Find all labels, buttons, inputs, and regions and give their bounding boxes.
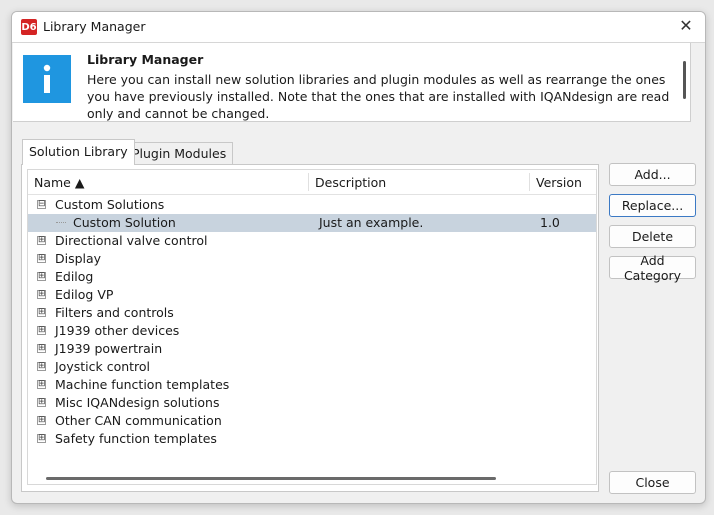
- row-name: Safety function templates: [55, 431, 217, 446]
- tree-row-edilog-vp[interactable]: ⊞ Edilog VP: [28, 286, 596, 304]
- row-name: Misc IQANdesign solutions: [55, 395, 220, 410]
- column-version-header[interactable]: Version: [536, 175, 582, 190]
- row-name: J1939 powertrain: [55, 341, 163, 356]
- expand-icon[interactable]: ⊞: [37, 416, 46, 425]
- row-name: J1939 other devices: [55, 323, 180, 338]
- delete-button[interactable]: Delete: [609, 225, 696, 248]
- expand-icon[interactable]: ⊞: [37, 236, 46, 245]
- row-name: Custom Solution: [73, 215, 176, 230]
- info-banner: Library Manager Here you can install new…: [13, 43, 691, 122]
- banner-title: Library Manager: [87, 52, 204, 67]
- expand-icon[interactable]: ⊞: [37, 398, 46, 407]
- expand-icon[interactable]: ⊞: [37, 380, 46, 389]
- tree-row-edilog[interactable]: ⊞ Edilog: [28, 268, 596, 286]
- tab-plugin-modules[interactable]: Plugin Modules: [125, 142, 234, 164]
- row-name: Edilog: [55, 269, 94, 284]
- tree-row-safety-function-templates[interactable]: ⊞ Safety function templates: [28, 430, 596, 448]
- tree-row-filters-and-controls[interactable]: ⊞ Filters and controls: [28, 304, 596, 322]
- row-name: Directional valve control: [55, 233, 208, 248]
- window-title: Library Manager: [43, 19, 146, 34]
- row-name: Machine function templates: [55, 377, 230, 392]
- row-name: Custom Solutions: [55, 197, 165, 212]
- expand-icon[interactable]: ⊞: [37, 326, 46, 335]
- title-bar: D6 Library Manager ✕: [12, 12, 705, 43]
- expand-icon[interactable]: ⊞: [37, 272, 46, 281]
- expand-icon[interactable]: ⊞: [37, 434, 46, 443]
- expand-icon[interactable]: ⊞: [37, 308, 46, 317]
- expand-icon[interactable]: ⊞: [37, 254, 46, 263]
- close-button[interactable]: Close: [609, 471, 696, 494]
- column-divider[interactable]: [529, 173, 530, 191]
- column-divider[interactable]: [308, 173, 309, 191]
- tree-row-j1939-other-devices[interactable]: ⊞ J1939 other devices: [28, 322, 596, 340]
- horizontal-scrollbar[interactable]: [46, 477, 496, 480]
- expand-icon[interactable]: ⊞: [37, 290, 46, 299]
- tree-row-custom-solutions[interactable]: ⊟ Custom Solutions: [28, 196, 596, 214]
- column-header: Name ▲ Description Version: [28, 170, 596, 195]
- row-name: Other CAN communication: [55, 413, 222, 428]
- row-version: 1.0: [540, 215, 560, 230]
- tree-row-misc-iqandesign-solutions[interactable]: ⊞ Misc IQANdesign solutions: [28, 394, 596, 412]
- expand-icon[interactable]: ⊞: [37, 344, 46, 353]
- tree-row-j1939-powertrain[interactable]: ⊞ J1939 powertrain: [28, 340, 596, 358]
- solution-library-panel: Name ▲ Description Version ⊟ Custom Solu…: [21, 164, 599, 492]
- row-name: Edilog VP: [55, 287, 114, 302]
- row-name: Joystick control: [55, 359, 151, 374]
- info-icon: [23, 55, 71, 103]
- tree-row-joystick-control[interactable]: ⊞ Joystick control: [28, 358, 596, 376]
- tree-row-directional-valve-control[interactable]: ⊞ Directional valve control: [28, 232, 596, 250]
- collapse-icon[interactable]: ⊟: [37, 200, 46, 209]
- tab-solution-library[interactable]: Solution Library: [22, 139, 135, 165]
- column-name-header[interactable]: Name ▲: [34, 175, 84, 190]
- row-description: Just an example.: [319, 215, 424, 230]
- column-description-header[interactable]: Description: [315, 175, 386, 190]
- row-name: Display: [55, 251, 102, 266]
- row-name: Filters and controls: [55, 305, 174, 320]
- library-manager-window: D6 Library Manager ✕ Library Manager Her…: [11, 11, 706, 504]
- add-button[interactable]: Add...: [609, 163, 696, 186]
- app-logo-icon: D6: [21, 19, 37, 35]
- add-category-button[interactable]: Add Category: [609, 253, 696, 283]
- tree-row-custom-solution[interactable]: Custom Solution Just an example. 1.0: [28, 214, 596, 232]
- replace-button[interactable]: Replace...: [609, 194, 696, 217]
- tree-row-other-can-communication[interactable]: ⊞ Other CAN communication: [28, 412, 596, 430]
- tree-connector: [56, 222, 66, 223]
- tree-row-machine-function-templates[interactable]: ⊞ Machine function templates: [28, 376, 596, 394]
- tree-row-display[interactable]: ⊞ Display: [28, 250, 596, 268]
- expand-icon[interactable]: ⊞: [37, 362, 46, 371]
- banner-scrollbar[interactable]: [683, 61, 686, 99]
- solution-tree-list[interactable]: Name ▲ Description Version ⊟ Custom Solu…: [27, 169, 597, 485]
- banner-description: Here you can install new solution librar…: [87, 72, 670, 121]
- close-icon[interactable]: ✕: [677, 17, 695, 35]
